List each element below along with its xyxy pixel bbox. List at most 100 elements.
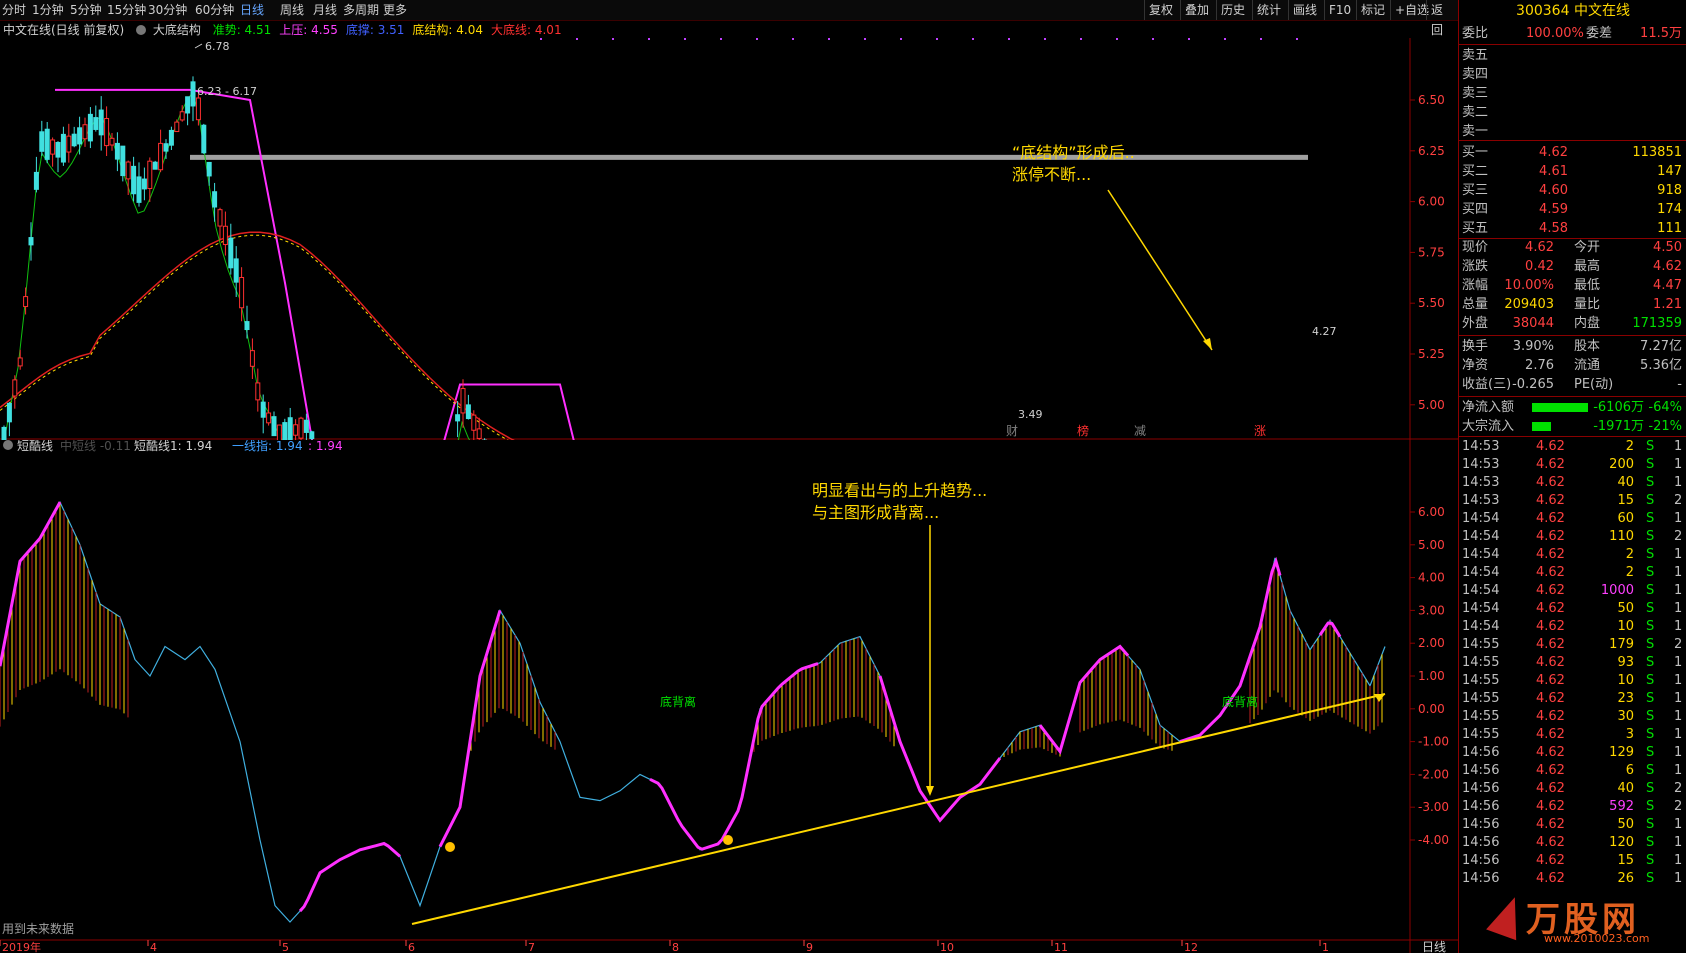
candle-body — [244, 321, 250, 331]
tick-volume: 40 — [1617, 475, 1634, 490]
quote-label: 涨幅 — [1462, 278, 1489, 293]
timeframe-tab-10[interactable]: 更多 — [383, 0, 407, 20]
toolbar-button-5[interactable]: F10 — [1324, 0, 1355, 20]
tick-price: 4.62 — [1536, 529, 1565, 544]
candle-body — [120, 145, 126, 177]
timeframe-tab-1[interactable]: 1分钟 — [32, 0, 64, 20]
uptrend-arrowhead — [1374, 694, 1385, 702]
toolbar-button-0[interactable]: 复权 — [1144, 0, 1177, 20]
quote-value: 4.50 — [1653, 240, 1682, 255]
candle-body — [303, 419, 309, 433]
candle-body — [60, 133, 66, 163]
tick-row: 14:54 4.62 10 S 1 — [1460, 618, 1686, 636]
watermark-logo: 万股网 www.2010023.com — [1486, 891, 1682, 948]
weibi-row: 委比 100.00% 委差 11.5万 — [1460, 24, 1686, 43]
tick-row: 14:54 4.62 110 S 2 — [1460, 528, 1686, 546]
quote-value: 0.42 — [1525, 259, 1554, 274]
sub-indicator-name[interactable]: 短酷线 — [17, 440, 53, 453]
indicator-name[interactable]: 大底结构 — [153, 23, 201, 37]
event-marker-2[interactable]: 减 — [1134, 424, 1146, 438]
event-marker-0[interactable]: 财 — [1006, 424, 1018, 438]
event-marker-1[interactable]: 榜 — [1077, 423, 1089, 438]
range-label: 6.23 - 6.17 — [197, 85, 257, 98]
candle-body — [109, 137, 115, 146]
indicator-value-4: 大底线: 4.01 — [491, 23, 562, 37]
tick-time: 14:55 — [1462, 637, 1500, 652]
timeframe-tab-8[interactable]: 月线 — [313, 0, 337, 20]
timeframe-tab-3[interactable]: 15分钟 — [107, 0, 146, 20]
candle-body — [39, 131, 45, 152]
sub-y-tick-label: 3.00 — [1418, 603, 1445, 617]
tick-volume: 40 — [1617, 781, 1634, 796]
sub-line1-value: 短酷线1: 1.94 — [134, 440, 212, 453]
toolbar-button-8[interactable]: 返回 — [1426, 0, 1458, 37]
tick-count: 2 — [1674, 781, 1683, 796]
tick-time: 14:55 — [1462, 727, 1500, 742]
toolbar-button-2[interactable]: 历史 — [1216, 0, 1249, 20]
candle-body — [163, 143, 169, 152]
tick-row: 14:54 4.62 60 S 1 — [1460, 510, 1686, 528]
tick-volume: 6 — [1625, 763, 1634, 778]
candle-body — [260, 401, 266, 418]
sub-y-tick-label: -3.00 — [1418, 800, 1449, 814]
quote-row: 净资 2.76 流通 5.36亿 — [1460, 356, 1686, 375]
candle-body — [50, 139, 56, 155]
timeframe-tab-6[interactable]: 日线 — [240, 0, 264, 20]
order-book: 委比 100.00% 委差 11.5万 卖五 卖四 卖三 卖二 卖一 买一 4.62 113851 买二… — [1460, 24, 1686, 944]
candle-body — [168, 129, 174, 146]
tick-price: 4.62 — [1536, 799, 1565, 814]
tick-row: 14:56 4.62 592 S 2 — [1460, 798, 1686, 816]
collapse-icon[interactable] — [136, 25, 147, 35]
tick-time: 14:56 — [1462, 763, 1500, 778]
sub-collapse-icon[interactable] — [3, 440, 13, 450]
tick-price: 4.62 — [1536, 691, 1565, 706]
top-dot-marker — [792, 38, 794, 40]
toolbar-button-1[interactable]: 叠加 — [1180, 0, 1213, 20]
bid-volume: 147 — [1657, 164, 1682, 179]
tick-count: 1 — [1674, 439, 1683, 454]
candle-body — [465, 404, 471, 420]
tick-side: S — [1646, 655, 1655, 670]
bottom-structure-line — [0, 234, 509, 440]
tick-time: 14:54 — [1462, 529, 1500, 544]
high-price-pointer — [194, 43, 203, 49]
tick-row: 14:53 4.62 2 S 1 — [1460, 438, 1686, 456]
tick-price: 4.62 — [1536, 709, 1565, 724]
sub-y-tick-label: 2.00 — [1418, 636, 1445, 650]
timeframe-tab-7[interactable]: 周线 — [280, 0, 304, 20]
ask-row: 卖三 — [1460, 84, 1686, 103]
x-tick-label: 12 — [1184, 941, 1198, 953]
toolbar-button-3[interactable]: 统计 — [1252, 0, 1285, 20]
flow-label: 大宗流入 — [1462, 419, 1515, 434]
tick-side: S — [1646, 799, 1655, 814]
toolbar-button-4[interactable]: 画线 — [1288, 0, 1321, 20]
low-price-label: 3.49 — [1018, 408, 1043, 421]
candle-body — [33, 171, 39, 190]
tick-row: 14:53 4.62 200 S 1 — [1460, 456, 1686, 474]
timeframe-tab-9[interactable]: 多周期 — [343, 0, 379, 20]
tick-count: 2 — [1674, 529, 1683, 544]
top-dot-marker — [1224, 38, 1226, 40]
timeframe-tab-5[interactable]: 60分钟 — [195, 0, 234, 20]
annotation-arrow — [1107, 189, 1213, 351]
timeframe-tab-4[interactable]: 30分钟 — [148, 0, 187, 20]
tick-price: 4.62 — [1536, 457, 1565, 472]
candle-body — [471, 414, 477, 431]
x-period-label[interactable]: 日线 — [1422, 940, 1446, 953]
candle-body — [1, 426, 7, 440]
timeframe-tab-0[interactable]: 分时 — [2, 0, 26, 20]
tick-volume: 129 — [1609, 745, 1634, 760]
event-marker-3[interactable]: 涨 — [1254, 423, 1266, 438]
tick-time: 14:54 — [1462, 565, 1500, 580]
weibi-value: 100.00% — [1526, 26, 1584, 41]
candle-body — [158, 142, 164, 171]
toolbar-button-6[interactable]: 标记 — [1356, 0, 1389, 20]
top-dot-marker — [756, 38, 758, 40]
sub-y-tick-label: 4.00 — [1418, 571, 1445, 585]
sub-indicator-chart[interactable]: 6.00 5.00 4.00 3.00 2.00 1.00 0.00 -1.00 -2.00 -3… — [0, 440, 1458, 953]
tick-side: S — [1646, 637, 1655, 652]
candle-body — [217, 209, 223, 227]
timeframe-tab-2[interactable]: 5分钟 — [70, 0, 102, 20]
quote-row: 外盘 38044 内盘 171359 — [1460, 314, 1686, 333]
main-price-chart[interactable]: 6.506.256.005.755.505.255.004.754.504.25… — [0, 38, 1458, 440]
